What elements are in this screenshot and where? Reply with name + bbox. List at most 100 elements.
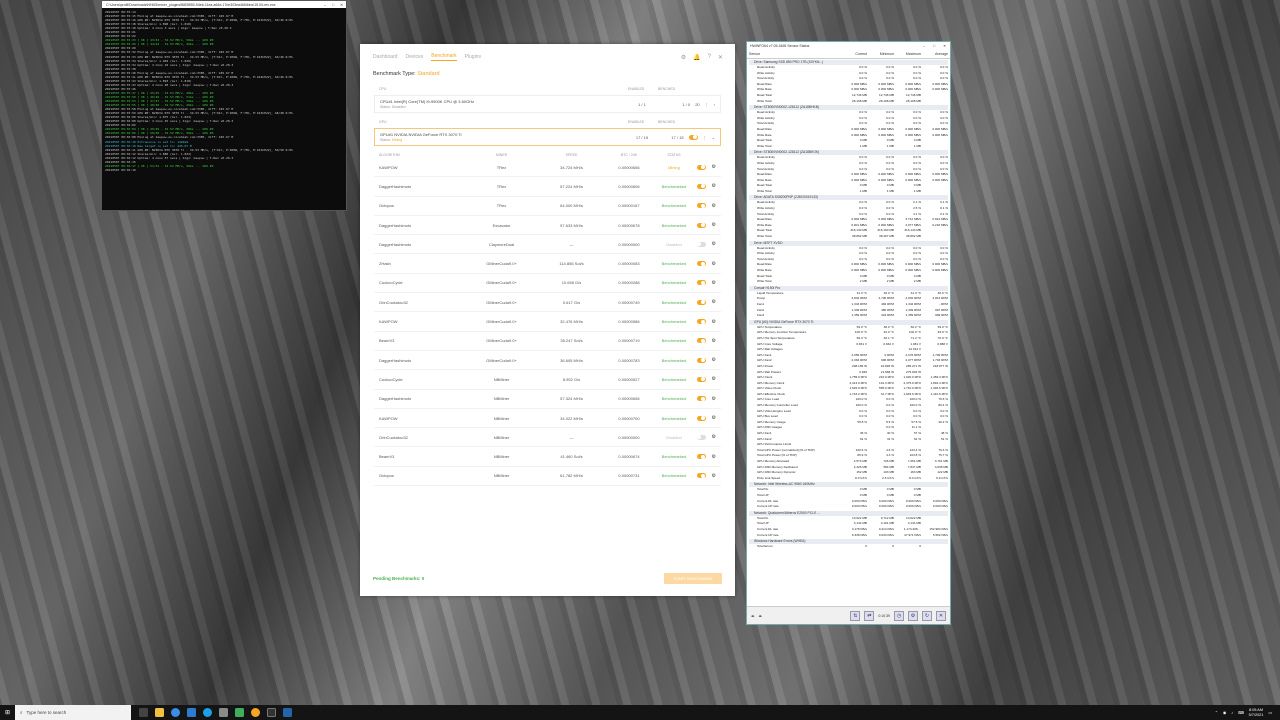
gear-icon[interactable]: ⚙ (712, 338, 716, 344)
algorithm-row[interactable]: DaggerHashimoto TRex 57.224 MH/s 0.00000606… (374, 177, 721, 197)
gear-icon[interactable]: ⚙ (712, 241, 716, 247)
file-explorer-icon[interactable] (155, 708, 164, 717)
app-icon[interactable] (235, 708, 244, 717)
gear-icon[interactable]: ⚙ (712, 222, 716, 228)
maximize-icon[interactable]: □ (332, 3, 334, 7)
algorithm-toggle[interactable] (696, 299, 706, 305)
tab-plugins[interactable]: Plugins (465, 54, 481, 60)
sensor-row[interactable]: Fan3 1,359 RPM 324 RPM 1,359 RPM 969 RPM (749, 313, 948, 319)
sensor-row[interactable]: Total Errors 0 0 0 (749, 544, 948, 550)
tab-devices[interactable]: Devices (405, 54, 423, 60)
gear-icon[interactable]: ⚙ (712, 357, 716, 363)
sensor-row[interactable]: Current UP rate 0.000 KB/s 0.000 KB/s 0.000… (749, 504, 948, 510)
gear-icon[interactable]: ⚙ (712, 454, 716, 460)
settings-icon[interactable]: ⚙ (681, 54, 686, 61)
algorithm-row[interactable]: KAWPOW NBMiner 34.022 MH/s 0.00000700 Benchm… (374, 409, 721, 429)
gear-icon[interactable]: ⚙ (712, 164, 716, 170)
algorithm-row[interactable]: DaggerHashimoto Excavator 57.633 MH/s 0.000… (374, 216, 721, 236)
keyboard-icon[interactable]: ⌨ (1238, 710, 1243, 715)
algorithm-row[interactable]: DaggerHashimoto ClaymoreDual — 0.00000000 Di… (374, 235, 721, 255)
settings-app-icon[interactable] (219, 708, 228, 717)
more-icon[interactable]: ⋮ (703, 135, 707, 140)
chevron-down-icon[interactable]: ⌄ (712, 135, 715, 140)
gear-icon[interactable]: ⚙ (712, 203, 716, 209)
algorithm-row[interactable]: CuckooCycle GMinerCuda9.0+ 10.656 G/s 0.000… (374, 274, 721, 294)
network-icon[interactable]: ⇄ (864, 610, 875, 621)
network-icon[interactable]: ◉ (1223, 710, 1226, 715)
arrows-icon[interactable]: ◂▸ (759, 614, 763, 618)
algorithm-toggle[interactable] (696, 164, 706, 170)
terminal-window[interactable]: C:\Users\profil\Downloads\NHM3\miner_plu… (101, 0, 347, 211)
algorithm-toggle[interactable] (696, 376, 706, 382)
algorithm-toggle[interactable] (696, 434, 706, 440)
algorithm-toggle[interactable] (696, 203, 706, 209)
sensor-row[interactable]: Current UP rate 6.338 KB/s 0.033 KB/s 47.97… (749, 533, 948, 539)
algorithm-toggle[interactable] (696, 319, 706, 325)
chevron-up-icon[interactable]: ⌃ (1215, 710, 1218, 715)
more-icon[interactable]: ⋮ (705, 102, 709, 107)
minimize-icon[interactable]: – (324, 3, 326, 7)
algorithm-toggle[interactable] (696, 396, 706, 402)
volume-icon[interactable]: ♪ (1231, 711, 1233, 715)
chrome-icon[interactable] (171, 708, 180, 717)
notifications-icon[interactable]: ▭ (1268, 710, 1272, 715)
algorithm-toggle[interactable] (696, 454, 706, 460)
network-icon[interactable]: ⇅ (850, 610, 861, 621)
algorithm-toggle[interactable] (696, 280, 706, 286)
algorithm-toggle[interactable] (696, 222, 706, 228)
algorithm-toggle[interactable] (696, 357, 706, 363)
gear-icon[interactable]: ⚙ (712, 473, 716, 479)
gear-icon[interactable]: ⚙ (712, 415, 716, 421)
gear-icon[interactable]: ⚙ (712, 183, 716, 189)
minimize-icon[interactable]: – (923, 44, 925, 48)
sensor-row[interactable]: Write Total 2 MB 2 MB 2 MB (749, 279, 948, 285)
gear-icon[interactable]: ⚙ (712, 280, 716, 286)
tab-benchmark[interactable]: Benchmark (431, 53, 457, 61)
algorithm-row[interactable]: Octopus TRex 64.000 MH/s 0.00000167 Benchmar… (374, 197, 721, 216)
maximize-icon[interactable]: □ (933, 44, 935, 48)
gear-icon[interactable]: ⚙ (712, 396, 716, 402)
close-icon[interactable]: ✕ (943, 44, 946, 48)
gpu-toggle[interactable] (688, 134, 698, 140)
algorithm-toggle[interactable] (696, 338, 706, 344)
algorithm-row[interactable]: GrinCuckatoo32 GMinerCuda9.0+ 0.617 G/s 0.0… (374, 293, 721, 313)
algorithm-row[interactable]: KAWPOW GMinerCuda9.0+ 32.476 MH/s 0.0000058… (374, 312, 721, 332)
gear-icon[interactable]: ⚙ (712, 434, 716, 440)
algorithm-row[interactable]: CuckooCycle NBMiner 8.952 G/s 0.00000527 Ben… (374, 370, 721, 390)
gear-icon[interactable]: ⚙ (712, 261, 716, 267)
chevron-right-icon[interactable]: › (714, 102, 715, 107)
settings-icon[interactable]: ⚙ (908, 610, 918, 621)
close-icon[interactable]: ✕ (936, 610, 946, 621)
clock-icon[interactable]: ◷ (894, 610, 904, 621)
hwinfo-icon[interactable] (283, 708, 292, 717)
arrows-icon[interactable]: ◂▸ (751, 614, 755, 618)
algorithm-row[interactable]: BeamV3 NBMiner 41.460 Sol/s 0.00000674 Bench… (374, 447, 721, 467)
algorithm-row[interactable]: ZHash GMinerCuda9.0+ 114.856 Sol/s 0.000000… (374, 254, 721, 274)
tab-dashboard[interactable]: Dashboard (373, 54, 397, 60)
algorithm-row[interactable]: DaggerHashimoto NBMiner 57.324 MH/s 0.00000… (374, 390, 721, 409)
algorithm-toggle[interactable] (696, 415, 706, 421)
help-icon[interactable]: ? (708, 54, 711, 61)
algorithm-row[interactable]: BeamV3 GMinerCuda9.0+ 35.247 Sol/s 0.000007… (374, 332, 721, 351)
algorithm-row[interactable]: GrinCuckatoo32 NBMiner — 0.00000000 Disabled… (374, 428, 721, 448)
algorithm-toggle[interactable] (696, 473, 706, 479)
terminal-icon[interactable] (267, 708, 276, 717)
algorithm-row[interactable]: KAWPOW TRex 34.724 MH/s 0.00000656 Mining ⚙ (374, 158, 721, 178)
close-icon[interactable]: ✕ (340, 3, 343, 7)
nicehash-icon[interactable] (251, 708, 260, 717)
sensor-list[interactable]: Drive: Samsung SSD 850 PRO 1TB (S3YKN...… (747, 59, 950, 606)
cpu-device-row[interactable]: CPU#1 Intel(R) Core(TM) i9-9900K CPU @ 3… (374, 95, 721, 113)
algorithm-toggle[interactable] (696, 183, 706, 189)
hwinfo-titlebar[interactable]: HWiNFO64 v7.05-4465 Sensor Status – □ ✕ (747, 42, 950, 50)
algorithm-row[interactable]: Octopus NBMiner 61.782 MH/s 0.00000731 Bench… (374, 467, 721, 487)
gear-icon[interactable]: ⚙ (712, 319, 716, 325)
sensor-row[interactable]: PCIe Link Speed 8.0 GT/s 2.5 GT/s 8.0 GT/s 6… (749, 476, 948, 482)
start-benchmark-button[interactable]: START BENCHMARK (664, 573, 722, 584)
task-view-icon[interactable] (139, 708, 148, 717)
gpu-device-row[interactable]: GPU#1 NVIDIA NVIDIA GeForce RTX 3070 Ti … (374, 128, 721, 146)
algorithm-row[interactable]: DaggerHashimoto GMinerCuda9.0+ 36.605 MH/s… (374, 351, 721, 371)
edge-icon[interactable] (203, 708, 212, 717)
windows-start-icon[interactable]: ⊞ (0, 705, 15, 720)
sensor-row[interactable]: Write Total 1 MB 1 MB 1 MB (749, 144, 948, 150)
sensor-row[interactable]: Write Total 38,892 MB 38,407 MB 38,892 MB (749, 234, 948, 240)
